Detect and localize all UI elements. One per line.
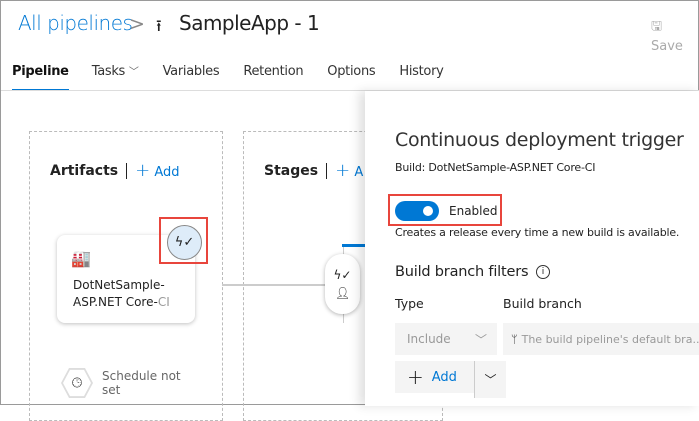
add-filter-button[interactable]: + Add (395, 361, 475, 393)
tab-history[interactable]: History (387, 61, 455, 91)
chevron-down-icon: ﹀ (484, 373, 497, 387)
tab-variables[interactable]: Variables (151, 61, 232, 91)
chevron-down-icon: ﹀ (474, 332, 487, 347)
branch-placeholder: The build pipeline's default bra... (521, 332, 699, 346)
schedule-status: Schedule not set (102, 369, 181, 397)
connector-line (222, 284, 327, 286)
add-label: A (354, 165, 364, 180)
continuous-deployment-trigger-button[interactable]: ϟ✓ (167, 225, 202, 260)
artifacts-heading: Artifacts (50, 162, 119, 179)
artifact-name: DotNetSample- (73, 278, 165, 292)
artifact-name: ASP.NET Core- (73, 295, 158, 309)
tab-options[interactable]: Options (315, 61, 387, 91)
add-label: Add (154, 165, 180, 180)
type-dropdown[interactable]: Include ﹀ (395, 323, 497, 355)
branch-input[interactable]: ᛘ The build pipeline's default bra... (503, 323, 699, 355)
branch-icon: ᛘ (511, 332, 518, 346)
clock-icon: 🕒︎ (63, 369, 91, 397)
plus-icon: + (135, 160, 151, 181)
type-value: Include (407, 332, 451, 346)
tab-retention[interactable]: Retention (231, 61, 315, 91)
add-artifact-button[interactable]: + Add (135, 160, 179, 181)
type-column-header: Type (395, 296, 424, 311)
add-label: Add (431, 369, 457, 385)
stages-heading: Stages (264, 162, 319, 179)
enabled-toggle[interactable] (395, 201, 439, 221)
panel-title: Continuous deployment trigger (395, 129, 684, 151)
stage-card-edge (342, 244, 367, 247)
page-title: SampleApp - 1 (179, 11, 320, 35)
toggle-label: Enabled (449, 204, 498, 218)
plus-icon: + (407, 365, 424, 389)
save-button[interactable]: 🖫 Save (651, 17, 698, 54)
artifact-name-suffix: CI (157, 295, 170, 309)
info-icon[interactable]: i (536, 265, 550, 279)
lightning-check-icon: ϟ✓ (333, 268, 352, 282)
filters-heading: Build branch filters (395, 264, 529, 280)
toggle-knob (423, 206, 433, 216)
tab-tasks[interactable]: Tasks ﹀ (80, 61, 151, 91)
divider (326, 162, 328, 179)
tab-bar: Pipeline Tasks ﹀ Variables Retention Opt… (1, 61, 456, 91)
lightning-check-icon: ϟ✓ (174, 235, 195, 250)
branch-column-header: Build branch (503, 296, 582, 311)
breadcrumb-all-pipelines[interactable]: All pipelines (18, 11, 133, 35)
save-icon: 🖫 (651, 19, 663, 34)
release-pipeline-icon: ⭱ (156, 16, 162, 35)
add-stage-button[interactable]: + A (335, 160, 363, 181)
divider (126, 162, 128, 179)
tab-tasks-label: Tasks (91, 64, 126, 79)
build-artifact-icon: 🏭 (71, 249, 91, 268)
build-source: Build: DotNetSample-ASP.NET Core-CI (395, 161, 596, 174)
save-label: Save (651, 39, 683, 54)
person-icon: 👤︎ (334, 286, 351, 300)
breadcrumb-separator: > (129, 13, 145, 35)
trigger-description: Creates a release every time a new build… (395, 226, 680, 239)
plus-icon: + (335, 160, 351, 181)
add-filter-dropdown[interactable]: ﹀ (474, 361, 506, 398)
tab-pipeline[interactable]: Pipeline (12, 61, 69, 91)
pre-deployment-conditions-button[interactable]: ϟ✓ 👤︎ (325, 254, 360, 314)
chevron-down-icon: ﹀ (128, 67, 139, 78)
trigger-panel: Continuous deployment trigger Build: Dot… (365, 91, 699, 406)
